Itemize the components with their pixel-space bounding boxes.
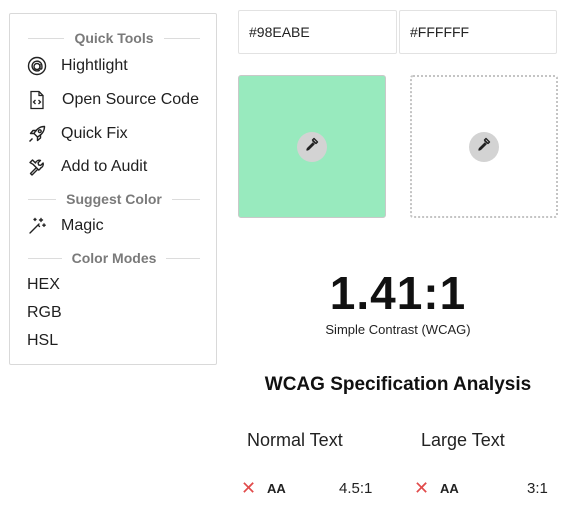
normal-aa-level: AA <box>267 480 286 496</box>
fail-icon: ✕ <box>241 477 257 498</box>
tools-panel: Quick Tools Hightlight Open Source Code … <box>9 13 217 365</box>
eyedropper-icon <box>304 136 320 157</box>
contrast-caption: Simple Contrast (WCAG) <box>325 322 471 337</box>
quick-fix-label: Quick Fix <box>61 125 128 142</box>
normal-aa-required-ratio: 4.5:1 <box>339 479 373 497</box>
fail-icon: ✕ <box>414 477 430 498</box>
background-swatch[interactable] <box>410 75 558 218</box>
background-color-input[interactable] <box>399 10 557 54</box>
color-modes-title: Color Modes <box>71 250 157 266</box>
open-source-code-label: Open Source Code <box>62 91 199 108</box>
color-modes-header: Color Modes <box>28 250 200 266</box>
add-to-audit-tool[interactable]: Add to Audit <box>26 154 147 180</box>
open-source-code-tool[interactable]: Open Source Code <box>26 87 199 113</box>
foreground-color-input[interactable] <box>238 10 397 54</box>
large-aa-required-ratio: 3:1 <box>527 479 548 497</box>
suggest-color-title: Suggest Color <box>66 191 162 207</box>
rocket-icon <box>26 123 48 145</box>
foreground-swatch[interactable] <box>238 75 386 218</box>
highlight-tool[interactable]: Hightlight <box>26 53 128 79</box>
large-text-aa-result: ✕ AA 3:1 <box>414 478 554 498</box>
eyedropper-icon <box>476 136 492 157</box>
at-sign-circle-icon <box>26 55 48 77</box>
magic-label: Magic <box>61 217 104 234</box>
quick-tools-title: Quick Tools <box>74 30 154 46</box>
add-to-audit-label: Add to Audit <box>61 158 148 175</box>
contrast-checker: Quick Tools Hightlight Open Source Code … <box>0 0 586 508</box>
background-picker-button[interactable] <box>469 131 499 162</box>
mode-rgb[interactable]: RGB <box>27 304 62 322</box>
magic-tool[interactable]: Magic <box>26 213 104 239</box>
contrast-ratio: 1.41:1 <box>329 267 467 319</box>
quick-tools-header: Quick Tools <box>28 30 200 46</box>
mode-hex[interactable]: HEX <box>27 276 60 294</box>
normal-text-aa-result: ✕ AA 4.5:1 <box>241 478 381 498</box>
wrench-icon <box>26 156 48 178</box>
quick-fix-tool[interactable]: Quick Fix <box>26 121 128 147</box>
mode-hsl[interactable]: HSL <box>27 332 58 350</box>
magic-wand-icon <box>26 215 48 237</box>
suggest-color-header: Suggest Color <box>28 191 200 207</box>
normal-text-title: Normal Text <box>247 430 343 450</box>
highlight-label: Hightlight <box>61 57 128 74</box>
code-file-icon <box>26 89 48 111</box>
large-aa-level: AA <box>440 480 459 496</box>
foreground-picker-button[interactable] <box>297 131 327 162</box>
wcag-spec-heading: WCAG Specification Analysis <box>264 374 532 395</box>
large-text-title: Large Text <box>421 430 505 450</box>
